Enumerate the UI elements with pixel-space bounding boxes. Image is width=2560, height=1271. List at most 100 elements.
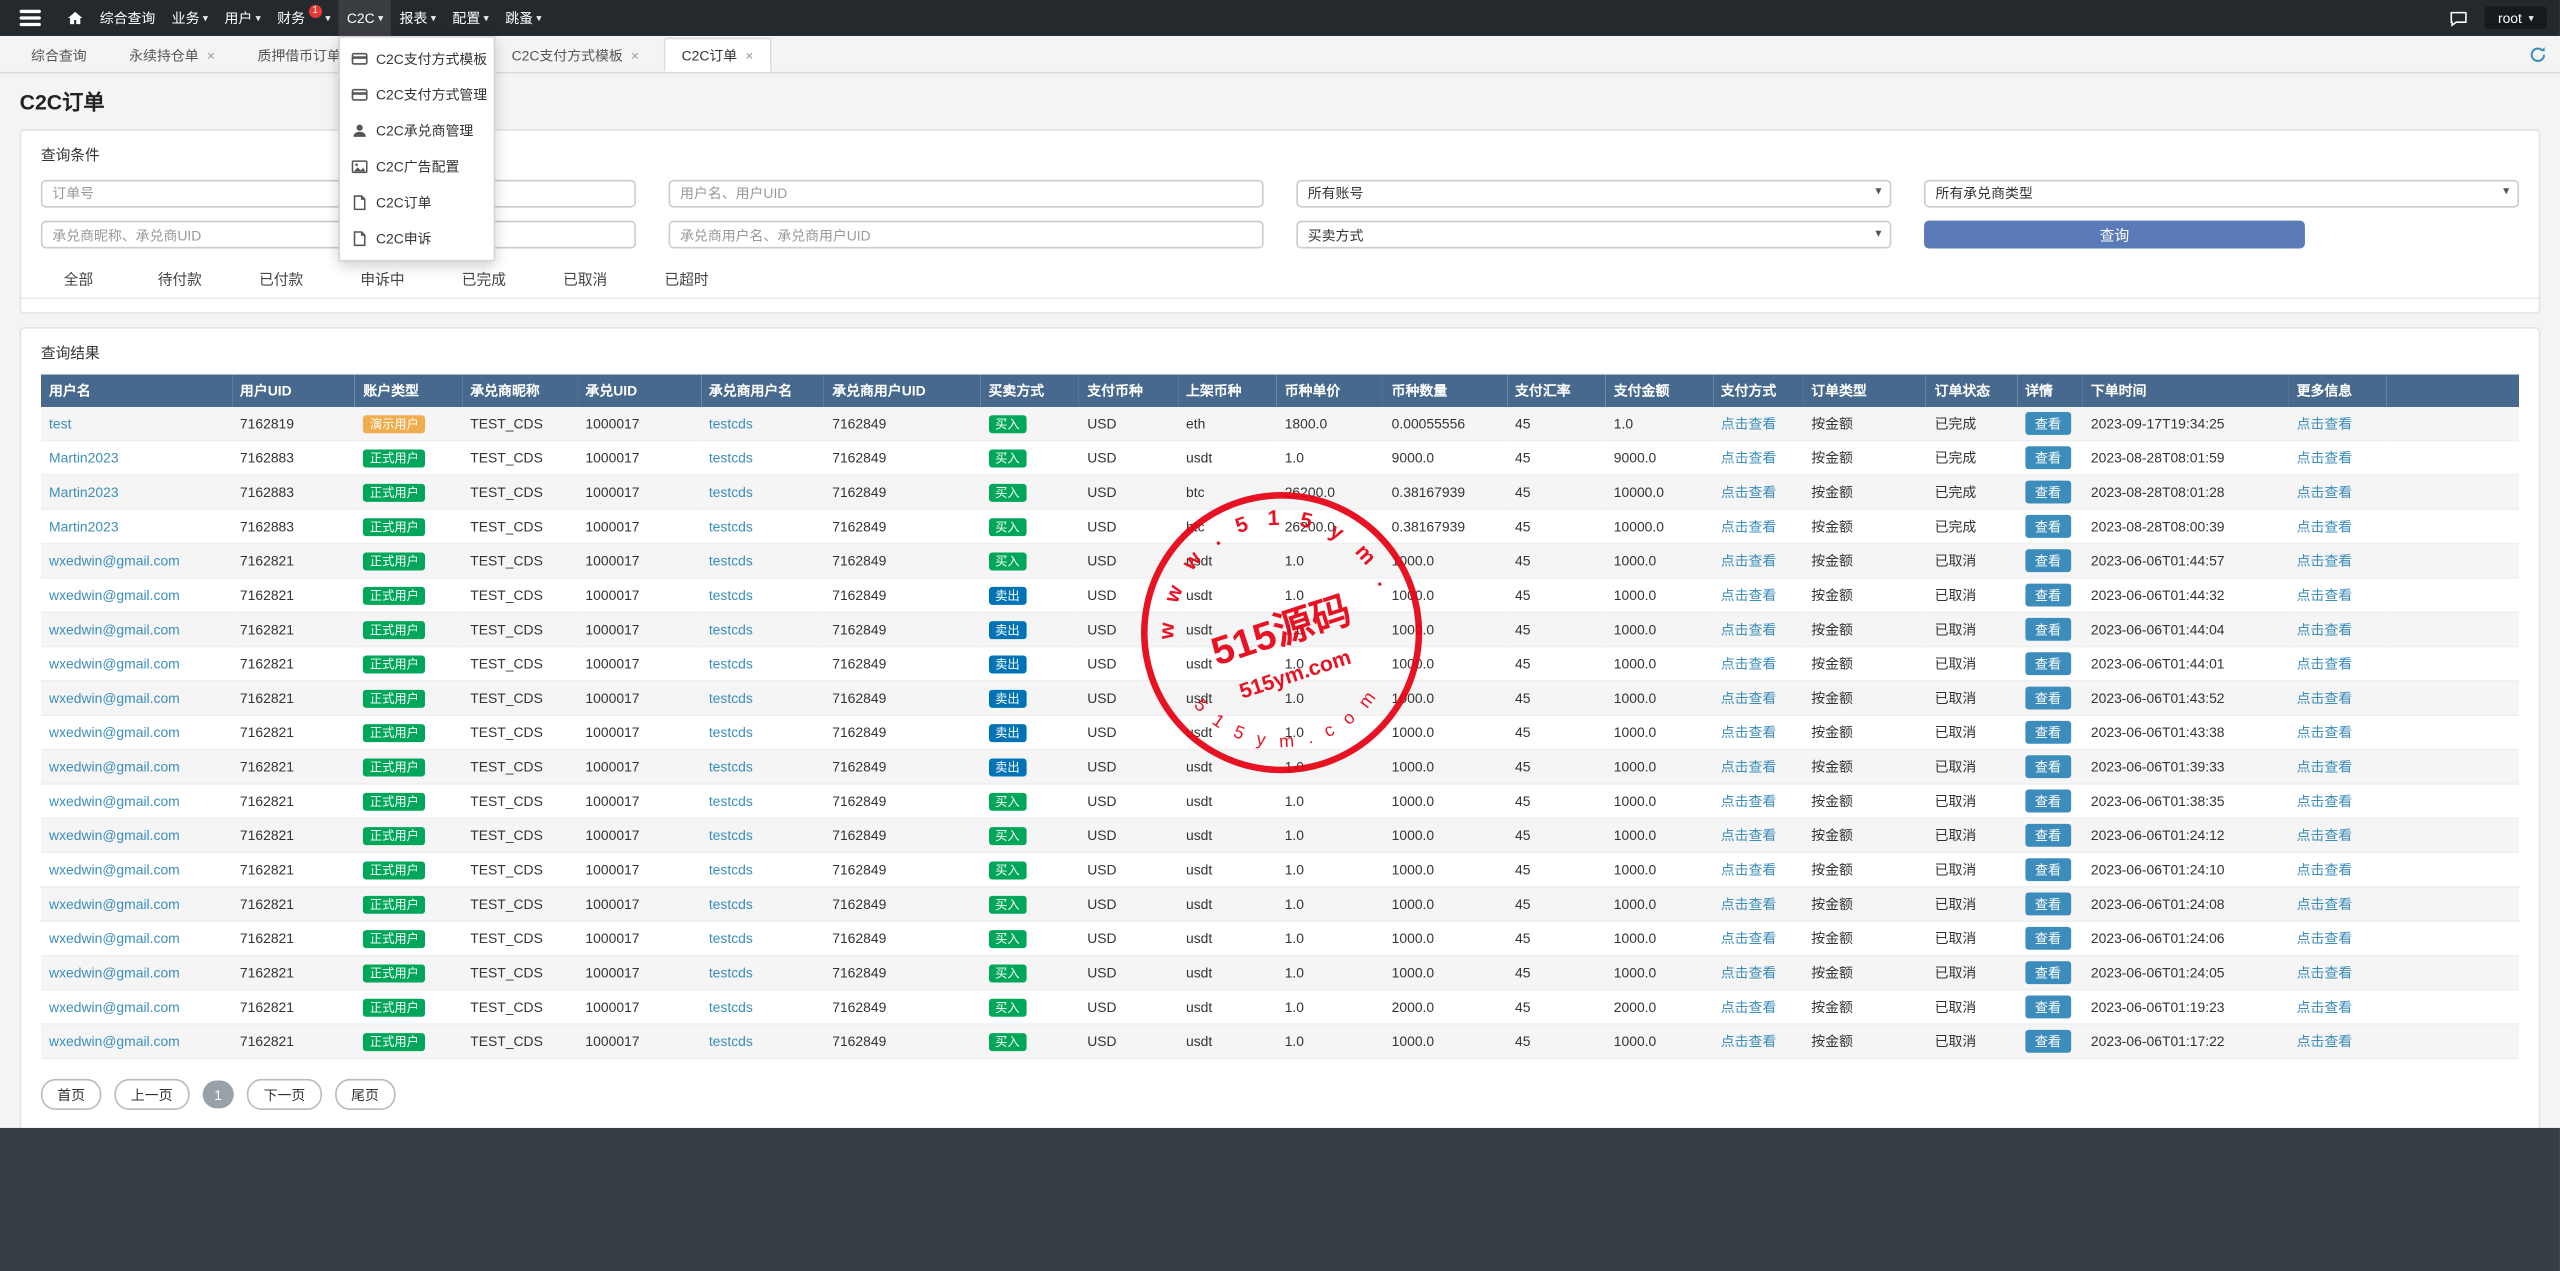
- status-tab-6[interactable]: 已取消: [535, 260, 636, 298]
- nav-item-7[interactable]: 配置 ▾: [444, 0, 497, 36]
- view-detail-button[interactable]: 查看: [2025, 480, 2071, 504]
- view-detail-button[interactable]: 查看: [2025, 720, 2071, 744]
- more-info-link[interactable]: 点击查看: [2297, 656, 2353, 672]
- merchant-user-link[interactable]: testcds: [709, 621, 753, 637]
- nav-item-1[interactable]: 综合查询: [92, 0, 164, 36]
- pay-method-link[interactable]: 点击查看: [1721, 484, 1777, 500]
- view-detail-button[interactable]: 查看: [2025, 652, 2071, 676]
- user-link[interactable]: wxedwin@gmail.com: [49, 656, 180, 672]
- pay-method-link[interactable]: 点击查看: [1721, 827, 1777, 843]
- view-detail-button[interactable]: 查看: [2025, 446, 2071, 470]
- pay-method-link[interactable]: 点击查看: [1721, 861, 1777, 877]
- more-info-link[interactable]: 点击查看: [2297, 827, 2353, 843]
- more-info-link[interactable]: 点击查看: [2297, 724, 2353, 740]
- pay-method-link[interactable]: 点击查看: [1721, 759, 1777, 775]
- view-detail-button[interactable]: 查看: [2025, 583, 2071, 607]
- merchant-user-link[interactable]: testcds: [709, 484, 753, 500]
- chat-icon[interactable]: [2449, 9, 2469, 27]
- page-button-1[interactable]: 首页: [40, 1078, 102, 1110]
- view-detail-button[interactable]: 查看: [2025, 411, 2071, 435]
- user-link[interactable]: wxedwin@gmail.com: [49, 827, 180, 843]
- view-detail-button[interactable]: 查看: [2025, 995, 2071, 1019]
- view-detail-button[interactable]: 查看: [2025, 892, 2071, 916]
- merchant-user-link[interactable]: testcds: [709, 656, 753, 672]
- view-detail-button[interactable]: 查看: [2025, 1029, 2071, 1053]
- merchant-user-link[interactable]: testcds: [709, 518, 753, 534]
- merchant-user-input[interactable]: [668, 220, 1264, 249]
- status-tab-4[interactable]: 申诉中: [332, 260, 433, 298]
- dropdown-item-4[interactable]: C2C广告配置: [340, 149, 494, 185]
- user-link[interactable]: wxedwin@gmail.com: [49, 724, 180, 740]
- merchant-user-link[interactable]: testcds: [709, 724, 753, 740]
- status-tab-2[interactable]: 待付款: [129, 260, 230, 298]
- dropdown-item-2[interactable]: C2C支付方式管理: [340, 77, 494, 113]
- more-info-link[interactable]: 点击查看: [2297, 964, 2353, 980]
- pay-method-link[interactable]: 点击查看: [1721, 415, 1777, 431]
- pay-method-link[interactable]: 点击查看: [1721, 1033, 1777, 1049]
- tab-6[interactable]: C2C订单 ×: [663, 37, 772, 72]
- pay-method-link[interactable]: 点击查看: [1721, 793, 1777, 809]
- home-button[interactable]: [59, 0, 92, 36]
- user-link[interactable]: wxedwin@gmail.com: [49, 587, 180, 603]
- user-link[interactable]: wxedwin@gmail.com: [49, 793, 180, 809]
- close-icon[interactable]: ×: [745, 47, 753, 63]
- merchant-user-link[interactable]: testcds: [709, 964, 753, 980]
- user-link[interactable]: Martin2023: [49, 450, 119, 466]
- user-input[interactable]: [668, 178, 1264, 207]
- merchant-user-link[interactable]: testcds: [709, 1033, 753, 1049]
- more-info-link[interactable]: 点击查看: [2297, 450, 2353, 466]
- more-info-link[interactable]: 点击查看: [2297, 690, 2353, 706]
- refresh-icon[interactable]: [2529, 46, 2547, 64]
- user-link[interactable]: wxedwin@gmail.com: [49, 759, 180, 775]
- merchant-user-link[interactable]: testcds: [709, 861, 753, 877]
- nav-item-3[interactable]: 用户 ▾: [216, 0, 269, 36]
- page-button-2[interactable]: 上一页: [114, 1078, 189, 1110]
- user-link[interactable]: wxedwin@gmail.com: [49, 964, 180, 980]
- pay-method-link[interactable]: 点击查看: [1721, 656, 1777, 672]
- close-icon[interactable]: ×: [631, 47, 639, 63]
- user-link[interactable]: wxedwin@gmail.com: [49, 690, 180, 706]
- status-tab-3[interactable]: 已付款: [230, 260, 331, 298]
- merchant-user-link[interactable]: testcds: [709, 450, 753, 466]
- merchant-type-select[interactable]: 所有承兑商类型: [1924, 178, 2520, 207]
- merchant-user-link[interactable]: testcds: [709, 793, 753, 809]
- merchant-user-link[interactable]: testcds: [709, 896, 753, 912]
- tab-1[interactable]: 综合查询: [13, 38, 105, 72]
- merchant-user-link[interactable]: testcds: [709, 999, 753, 1015]
- view-detail-button[interactable]: 查看: [2025, 858, 2071, 882]
- status-tab-7[interactable]: 已超时: [636, 260, 737, 298]
- more-info-link[interactable]: 点击查看: [2297, 553, 2353, 569]
- account-select[interactable]: 所有账号: [1296, 178, 1892, 207]
- page-button-4[interactable]: 下一页: [247, 1078, 322, 1110]
- dropdown-item-6[interactable]: C2C申诉: [340, 221, 494, 257]
- view-detail-button[interactable]: 查看: [2025, 686, 2071, 710]
- user-link[interactable]: wxedwin@gmail.com: [49, 621, 180, 637]
- pay-method-link[interactable]: 点击查看: [1721, 553, 1777, 569]
- pay-method-link[interactable]: 点击查看: [1721, 621, 1777, 637]
- more-info-link[interactable]: 点击查看: [2297, 518, 2353, 534]
- more-info-link[interactable]: 点击查看: [2297, 999, 2353, 1015]
- status-tab-5[interactable]: 已完成: [433, 260, 534, 298]
- user-link[interactable]: wxedwin@gmail.com: [49, 553, 180, 569]
- merchant-user-link[interactable]: testcds: [709, 415, 753, 431]
- close-icon[interactable]: ×: [207, 47, 215, 63]
- user-link[interactable]: Martin2023: [49, 484, 119, 500]
- more-info-link[interactable]: 点击查看: [2297, 793, 2353, 809]
- hamburger-menu-icon[interactable]: [0, 0, 59, 36]
- user-link[interactable]: Martin2023: [49, 518, 119, 534]
- more-info-link[interactable]: 点击查看: [2297, 484, 2353, 500]
- user-link[interactable]: wxedwin@gmail.com: [49, 861, 180, 877]
- pay-method-link[interactable]: 点击查看: [1721, 450, 1777, 466]
- user-link[interactable]: test: [49, 415, 71, 431]
- pay-method-link[interactable]: 点击查看: [1721, 724, 1777, 740]
- tab-5[interactable]: C2C支付方式模板 ×: [494, 38, 657, 72]
- more-info-link[interactable]: 点击查看: [2297, 587, 2353, 603]
- more-info-link[interactable]: 点击查看: [2297, 861, 2353, 877]
- dropdown-item-3[interactable]: C2C承兑商管理: [340, 113, 494, 149]
- dropdown-item-5[interactable]: C2C订单: [340, 185, 494, 221]
- merchant-user-link[interactable]: testcds: [709, 759, 753, 775]
- tab-2[interactable]: 永续持仓单 ×: [111, 38, 233, 72]
- merchant-user-link[interactable]: testcds: [709, 930, 753, 946]
- pay-method-link[interactable]: 点击查看: [1721, 999, 1777, 1015]
- user-menu[interactable]: root ▾: [2484, 6, 2547, 30]
